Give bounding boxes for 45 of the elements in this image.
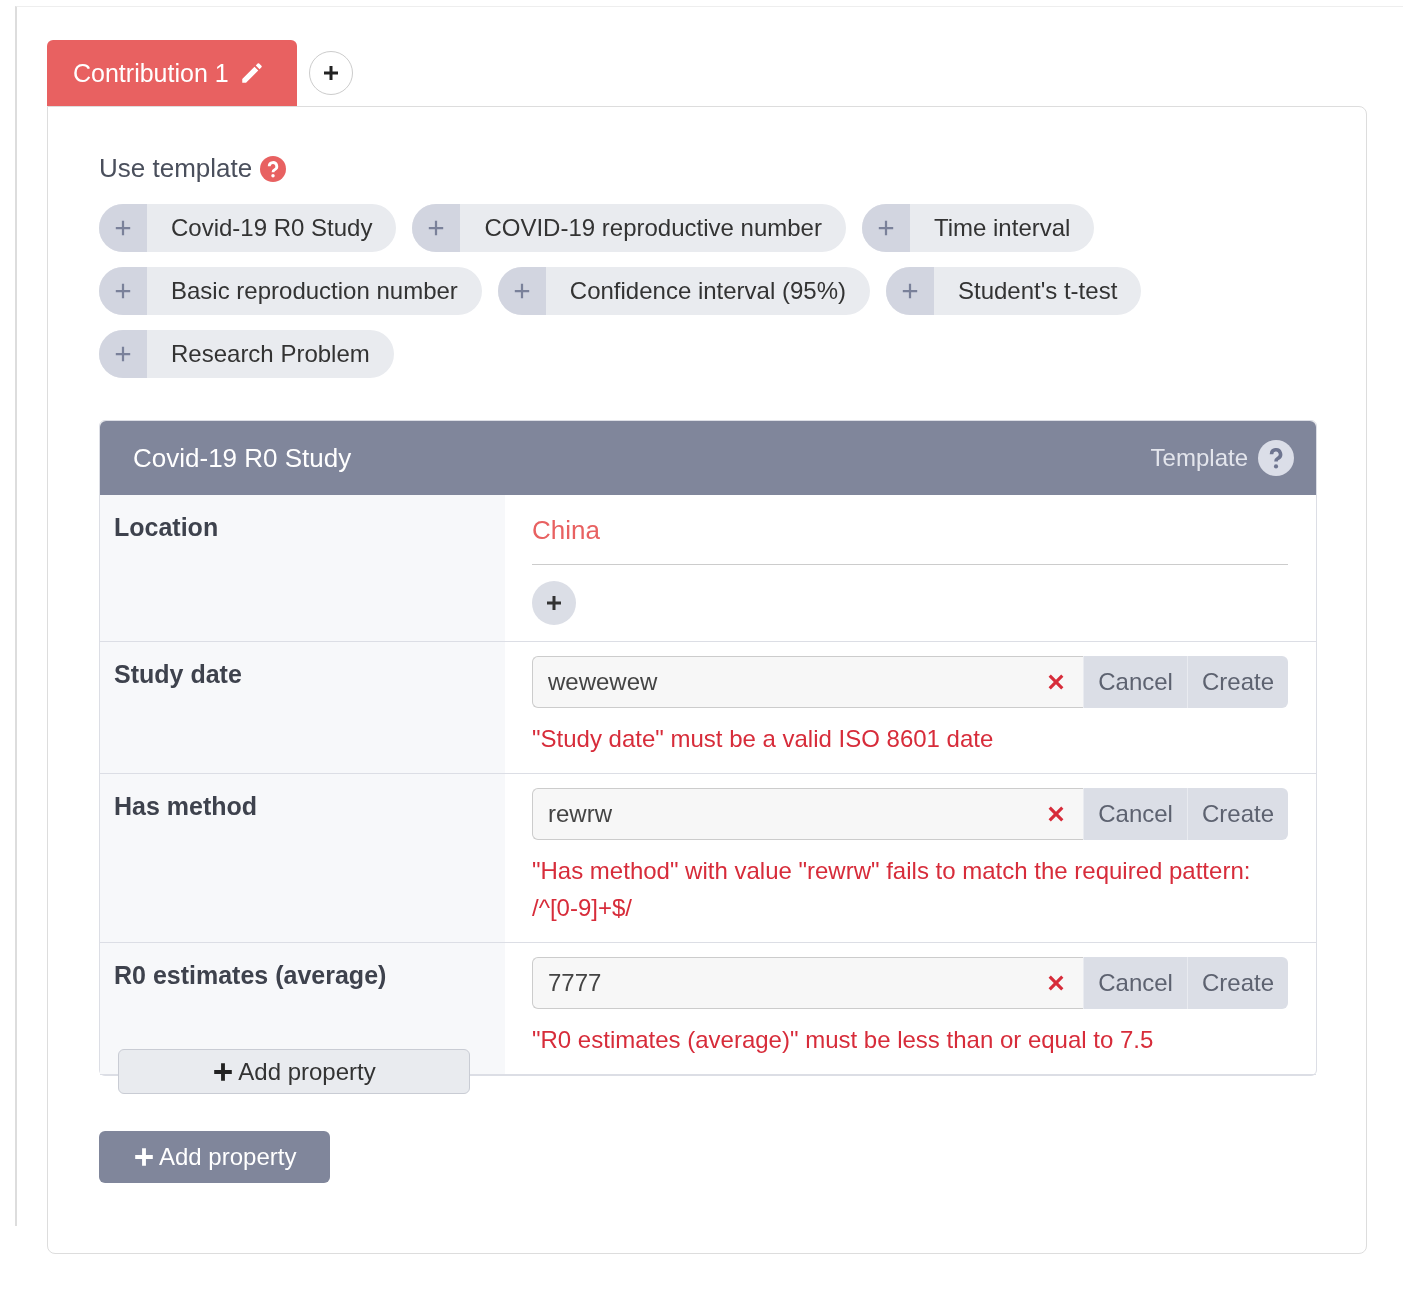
plus-icon — [114, 282, 132, 300]
add-property-button[interactable]: Add property — [99, 1131, 331, 1183]
cancel-button[interactable]: Cancel — [1083, 788, 1187, 840]
template-chip[interactable]: Confidence interval (95%) — [497, 267, 870, 315]
plus-icon — [900, 282, 919, 300]
template-title: Covid-19 R0 Study — [133, 442, 352, 474]
cancel-button[interactable]: Cancel — [1083, 957, 1187, 1009]
create-button[interactable]: Create — [1186, 957, 1288, 1009]
clear-icon[interactable] — [1047, 805, 1066, 823]
value-input[interactable]: 7777 — [532, 957, 1084, 1009]
value-input[interactable]: wewewew — [532, 656, 1084, 708]
create-button[interactable]: Create — [1186, 656, 1288, 708]
plus-icon — [427, 219, 446, 237]
use-template-label: Use template — [99, 153, 253, 184]
plus-icon — [114, 219, 132, 237]
plus-icon — [114, 345, 132, 363]
validation-error: "Has method" with value "rewrw" fails to match the required pattern: /^[0-9]+$/ — [532, 856, 1252, 923]
validation-error: "Study date" must be a valid ISO 8601 date — [532, 724, 995, 754]
add-property-button[interactable]: Add property — [118, 1049, 470, 1094]
property-label: R0 estimates (average) — [114, 961, 387, 989]
plus-icon — [544, 593, 564, 613]
validation-error: "R0 estimates (average)" must be less than or equal to 7.5 — [532, 1025, 1155, 1055]
template-chip[interactable]: Research Problem — [99, 330, 394, 378]
plus-icon — [876, 219, 895, 237]
cancel-button[interactable]: Cancel — [1083, 656, 1187, 708]
template-chip[interactable]: Basic reproduction number — [99, 267, 482, 315]
help-icon[interactable] — [1258, 440, 1294, 476]
value-input[interactable]: rewrw — [532, 788, 1084, 840]
template-chip[interactable]: Covid-19 R0 Study — [99, 204, 397, 252]
template-chip[interactable]: COVID-19 reproductive number — [412, 204, 846, 252]
add-value-button[interactable] — [532, 581, 576, 625]
create-button[interactable]: Create — [1186, 788, 1288, 840]
template-chip[interactable]: Student's t-test — [885, 267, 1142, 315]
property-label: Has method — [114, 792, 258, 820]
plus-icon — [133, 1146, 155, 1168]
clear-icon[interactable] — [1047, 974, 1066, 992]
property-label: Study date — [114, 660, 242, 688]
add-contribution-button[interactable] — [308, 51, 353, 95]
template-badge-label: Template — [1150, 444, 1248, 472]
help-icon[interactable] — [260, 155, 287, 182]
plus-icon — [512, 282, 531, 300]
property-label: Location — [114, 513, 219, 541]
plus-icon — [212, 1060, 235, 1083]
clear-icon[interactable] — [1047, 673, 1066, 691]
template-chip[interactable]: Time interval — [861, 204, 1095, 252]
